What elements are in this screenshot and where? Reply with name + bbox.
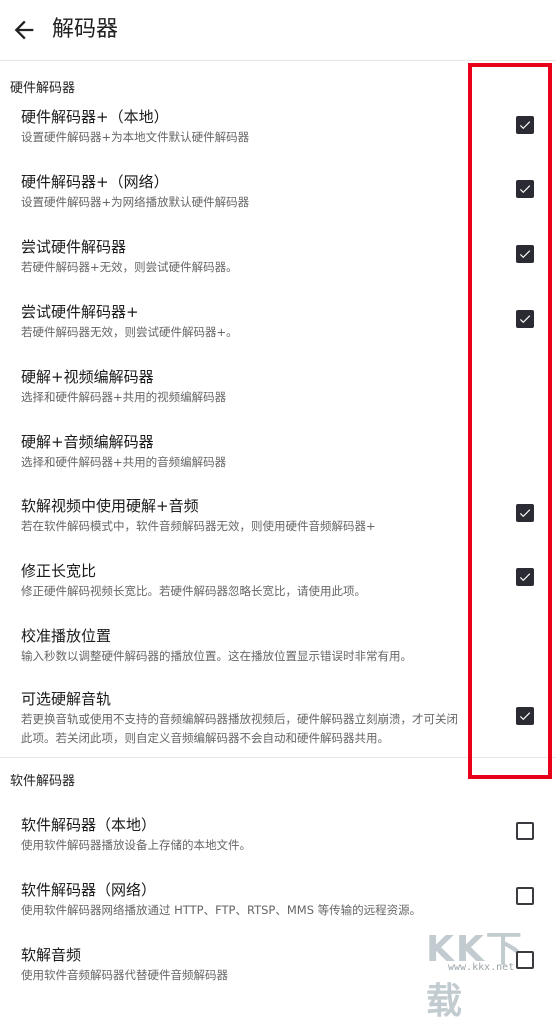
setting-subtitle: 使用软件解码器网络播放通过 HTTP、FTP、RTSP、MMS 等传输的远程资源… <box>21 903 422 917</box>
checkbox-checked[interactable] <box>516 568 534 586</box>
setting-subtitle: 选择和硬件解码器+共用的视频编解码器 <box>21 390 227 404</box>
setting-subtitle: 若硬件解码器无效，则尝试硬件解码器+。 <box>21 325 238 339</box>
setting-title: 硬件解码器+（本地） <box>21 108 169 126</box>
checkbox-unchecked[interactable] <box>516 887 534 905</box>
checkbox-checked[interactable] <box>516 245 534 263</box>
check-icon <box>519 185 531 194</box>
setting-subtitle: 输入秒数以调整硬件解码器的播放位置。这在播放位置显示错误时非常有用。 <box>21 649 412 663</box>
setting-title: 尝试硬件解码器 <box>21 238 127 256</box>
setting-subtitle: 设置硬件解码器+为网络播放默认硬件解码器 <box>21 195 250 209</box>
setting-subtitle: 若在软件解码模式中，软件音频解码器无效，则使用硬件音频解码器+ <box>21 519 376 533</box>
check-icon <box>519 121 531 130</box>
check-icon <box>519 712 531 721</box>
section-hardware-title: 硬件解码器 <box>10 81 76 96</box>
setting-title: 尝试硬件解码器+ <box>21 303 139 321</box>
setting-title: 软解音频 <box>21 946 82 964</box>
highlight-box <box>468 63 552 779</box>
setting-subtitle: 使用软件音频解码器代替硬件音频解码器 <box>21 968 228 982</box>
setting-subtitle: 选择和硬件解码器+共用的音频编解码器 <box>21 455 227 469</box>
checkbox-checked[interactable] <box>516 504 534 522</box>
setting-title: 软件解码器（本地） <box>21 816 157 834</box>
setting-subtitle: 若硬件解码器+无效，则尝试硬件解码器。 <box>21 260 238 274</box>
setting-subtitle: 若更换音轨或使用不支持的音频编解码器播放视频后，硬件解码器立刻崩溃，才可关闭此项… <box>21 712 458 745</box>
page-title: 解码器 <box>52 17 119 42</box>
setting-title: 软件解码器（网络） <box>21 881 157 899</box>
setting-title: 校准播放位置 <box>21 627 112 645</box>
setting-title: 软解视频中使用硬解+音频 <box>21 497 199 515</box>
section-software-title: 软件解码器 <box>10 774 76 789</box>
watermark-url: www.kkx.net <box>448 962 515 973</box>
checkbox-checked[interactable] <box>516 116 534 134</box>
setting-title: 硬解+视频编解码器 <box>21 368 154 386</box>
check-icon <box>519 573 531 582</box>
setting-title: 硬件解码器+（网络） <box>21 173 169 191</box>
checkbox-checked[interactable] <box>516 180 534 198</box>
header-divider <box>0 60 556 61</box>
setting-title: 修正长宽比 <box>21 562 97 580</box>
watermark: KK下载 www.kkx.net <box>420 920 556 1022</box>
setting-subtitle: 使用软件解码器播放设备上存储的本地文件。 <box>21 838 251 852</box>
arrow-left-icon[interactable] <box>10 16 38 44</box>
setting-title: 可选硬解音轨 <box>21 690 112 708</box>
check-icon <box>519 509 531 518</box>
setting-subtitle: 修正硬件解码视频长宽比。若硬件解码器忽略长宽比，请使用此项。 <box>21 584 366 598</box>
setting-title: 硬解+音频编解码器 <box>21 433 154 451</box>
check-icon <box>519 315 531 324</box>
checkbox-unchecked[interactable] <box>516 822 534 840</box>
app-bar: 解码器 <box>0 0 556 60</box>
checkbox-unchecked[interactable] <box>516 951 534 969</box>
checkbox-checked[interactable] <box>516 310 534 328</box>
checkbox-checked[interactable] <box>516 707 534 725</box>
check-icon <box>519 250 531 259</box>
setting-subtitle: 设置硬件解码器+为本地文件默认硬件解码器 <box>21 130 250 144</box>
